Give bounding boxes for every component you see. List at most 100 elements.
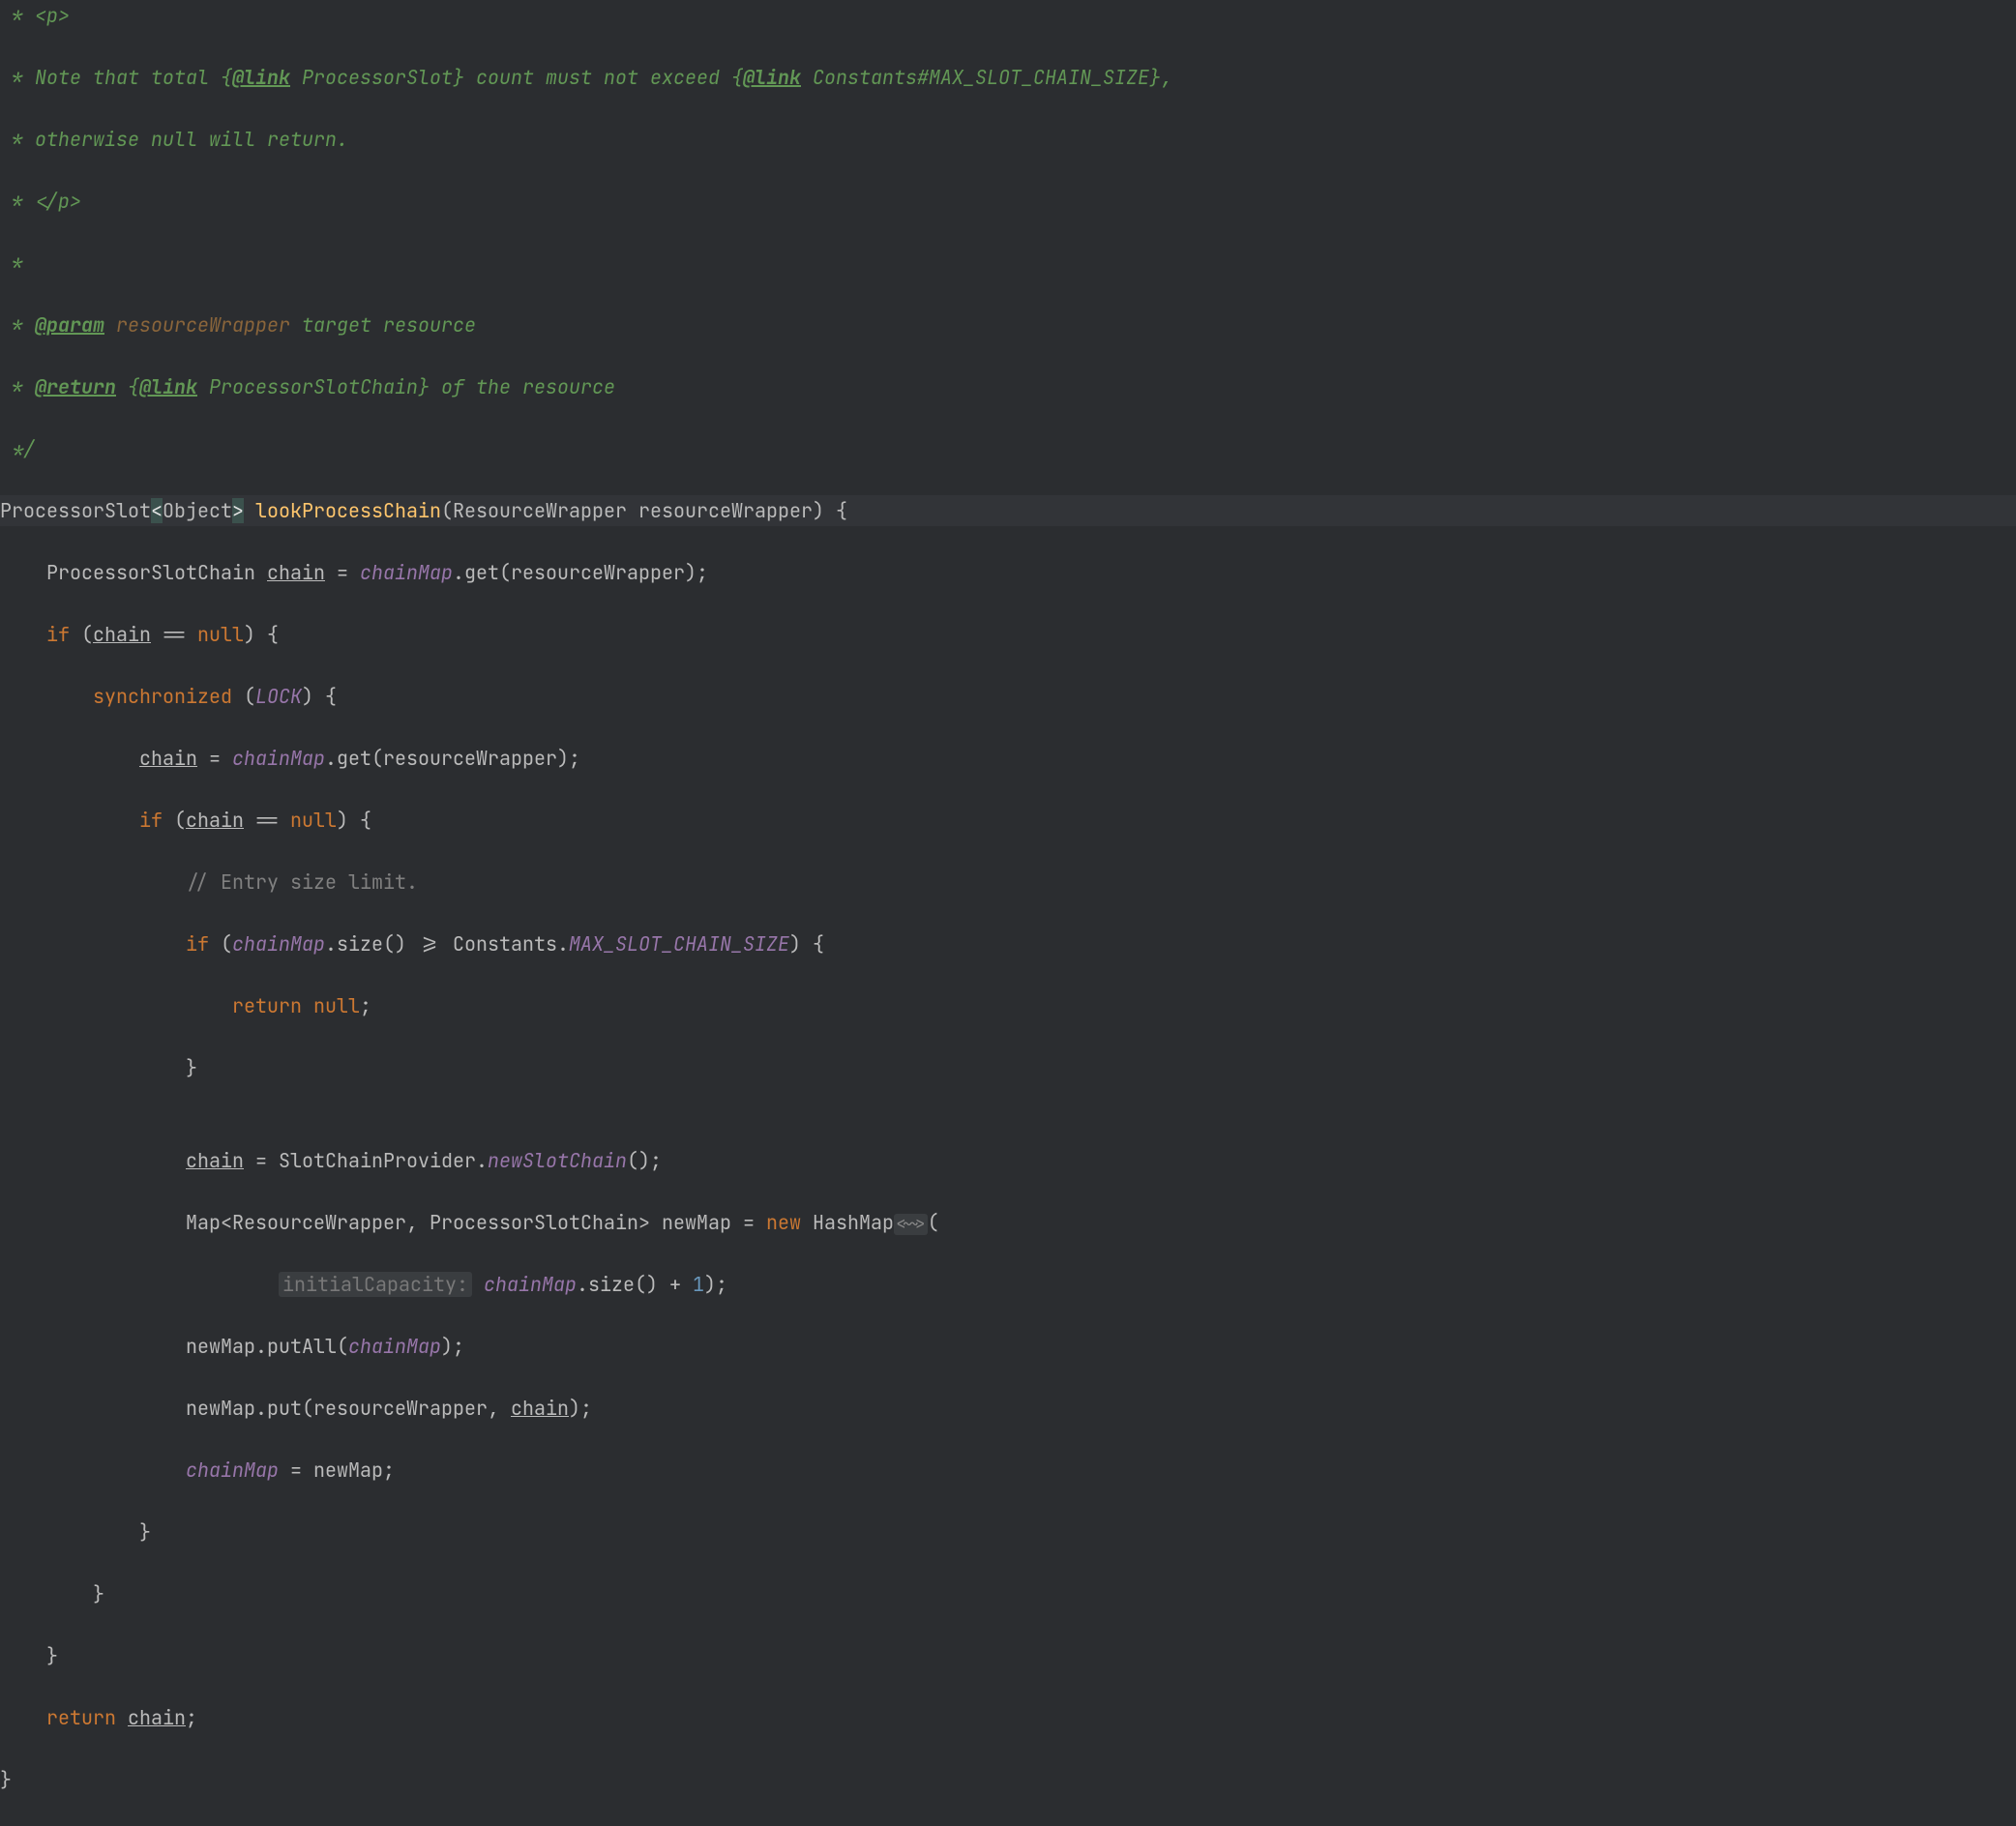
javadoc-tag-link[interactable]: @link: [232, 65, 290, 90]
code-line[interactable]: * <p>: [0, 0, 2016, 31]
code-text: [116, 1705, 128, 1730]
code-editor[interactable]: * <p> * Note that total {@link Processor…: [0, 0, 2016, 1826]
javadoc-text: {: [116, 374, 139, 399]
code-line[interactable]: Map<ResourceWrapper, ProcessorSlotChain>…: [0, 1207, 2016, 1238]
code-line[interactable]: * @return {@link ProcessorSlotChain} of …: [0, 371, 2016, 402]
keyword-new: new: [766, 1210, 801, 1235]
constant[interactable]: MAX_SLOT_CHAIN_SIZE: [569, 931, 789, 957]
code-line[interactable]: if (chain == null) {: [0, 805, 2016, 836]
code-line[interactable]: }: [0, 1052, 2016, 1083]
code-line[interactable]: ProcessorSlotChain chain = chainMap.get(…: [0, 557, 2016, 588]
indent: [0, 1272, 279, 1297]
indent: [0, 1458, 186, 1483]
code-line[interactable]: if (chainMap.size() >= Constants.MAX_SLO…: [0, 928, 2016, 959]
angle-bracket-highlight: >: [232, 498, 244, 523]
code-line-current[interactable]: ProcessorSlot<Object> lookProcessChain(R…: [0, 495, 2016, 526]
code-text: ) {: [789, 931, 824, 957]
field-ref[interactable]: chainMap: [360, 560, 453, 585]
field-ref[interactable]: chainMap: [484, 1272, 577, 1297]
code-line[interactable]: initialCapacity: chainMap.size() + 1);: [0, 1269, 2016, 1300]
local-var[interactable]: chain: [93, 622, 151, 647]
javadoc-param-name: resourceWrapper: [104, 312, 290, 338]
code-line[interactable]: chainMap = newMap;: [0, 1455, 2016, 1486]
diamond-hint: <~>: [894, 1214, 928, 1235]
angle-bracket-highlight: <: [151, 498, 163, 523]
local-var[interactable]: chain: [511, 1396, 569, 1421]
code-text: );: [569, 1396, 592, 1421]
code-line[interactable]: return chain;: [0, 1702, 2016, 1733]
local-var[interactable]: chain: [186, 808, 244, 833]
indent: [0, 1705, 46, 1730]
method-params: (ResourceWrapper resourceWrapper) {: [441, 498, 847, 523]
code-text: ==: [151, 622, 197, 647]
code-line[interactable]: * @param resourceWrapper target resource: [0, 309, 2016, 340]
code-text: ();: [627, 1148, 662, 1173]
keyword-return: return: [46, 1705, 116, 1730]
javadoc-text: target resource: [290, 312, 476, 338]
javadoc-tag-param[interactable]: @param: [35, 312, 104, 338]
javadoc-text: ProcessorSlotChain} of the resource: [197, 374, 615, 399]
local-var[interactable]: chain: [139, 746, 197, 771]
code-text: = SlotChainProvider.: [244, 1148, 488, 1173]
code-line[interactable]: * Note that total {@link ProcessorSlot} …: [0, 62, 2016, 93]
local-var[interactable]: chain: [186, 1148, 244, 1173]
number-literal: 1: [693, 1272, 704, 1297]
code-line[interactable]: // Entry size limit.: [0, 867, 2016, 898]
keyword-synchronized: synchronized: [93, 684, 232, 709]
field-ref[interactable]: chainMap: [186, 1458, 279, 1483]
local-var[interactable]: chain: [128, 1705, 186, 1730]
keyword-return: return: [232, 993, 313, 1018]
indent: [0, 931, 186, 957]
indent: [0, 993, 232, 1018]
code-text: .size() >= Constants.: [325, 931, 569, 957]
code-line[interactable]: * </p>: [0, 186, 2016, 217]
code-line[interactable]: chain = chainMap.get(resourceWrapper);: [0, 743, 2016, 774]
constant[interactable]: LOCK: [255, 684, 302, 709]
javadoc-tag-link[interactable]: @link: [139, 374, 197, 399]
code-text: );: [704, 1272, 727, 1297]
code-text: HashMap: [801, 1210, 894, 1235]
code-line[interactable]: }: [0, 1578, 2016, 1609]
code-line[interactable]: if (chain == null) {: [0, 619, 2016, 650]
local-var[interactable]: chain: [267, 560, 325, 585]
keyword-if: if: [186, 931, 209, 957]
keyword-null: null: [197, 622, 244, 647]
code-line[interactable]: synchronized (LOCK) {: [0, 681, 2016, 712]
field-ref[interactable]: chainMap: [348, 1334, 441, 1359]
indent: [0, 622, 46, 647]
code-line[interactable]: *: [0, 248, 2016, 279]
code-text: (: [70, 622, 93, 647]
code-text: Map<ResourceWrapper, ProcessorSlotChain>…: [0, 1210, 766, 1235]
code-text: =: [197, 746, 232, 771]
javadoc-tag-link[interactable]: @link: [743, 65, 801, 90]
code-text: (: [232, 684, 255, 709]
code-text: =: [325, 560, 360, 585]
code-line[interactable]: chain = SlotChainProvider.newSlotChain()…: [0, 1145, 2016, 1176]
static-method[interactable]: newSlotChain: [488, 1148, 627, 1173]
indent: [0, 746, 139, 771]
keyword-null: null: [290, 808, 337, 833]
code-text: (: [209, 931, 232, 957]
code-line[interactable]: return null;: [0, 990, 2016, 1021]
brace: }: [0, 1643, 58, 1668]
javadoc-text: Constants#MAX_SLOT_CHAIN_SIZE},: [801, 65, 1172, 90]
code-line[interactable]: }: [0, 1764, 2016, 1795]
javadoc-tag-return[interactable]: @return: [35, 374, 116, 399]
method-name[interactable]: lookProcessChain: [244, 498, 441, 523]
brace: }: [0, 1767, 12, 1792]
code-text: ) {: [302, 684, 337, 709]
code-line[interactable]: */: [0, 433, 2016, 464]
code-line[interactable]: newMap.putAll(chainMap);: [0, 1331, 2016, 1362]
code-text: );: [441, 1334, 464, 1359]
code-line[interactable]: * otherwise null will return.: [0, 124, 2016, 155]
field-ref[interactable]: chainMap: [232, 746, 325, 771]
indent: [0, 808, 139, 833]
field-ref[interactable]: chainMap: [232, 931, 325, 957]
code-line[interactable]: newMap.put(resourceWrapper, chain);: [0, 1393, 2016, 1424]
javadoc-text: *: [0, 312, 35, 338]
code-text: (: [928, 1210, 939, 1235]
code-text: newMap.putAll(: [0, 1334, 348, 1359]
code-line[interactable]: }: [0, 1640, 2016, 1671]
code-line[interactable]: }: [0, 1517, 2016, 1547]
brace: }: [0, 1519, 151, 1545]
